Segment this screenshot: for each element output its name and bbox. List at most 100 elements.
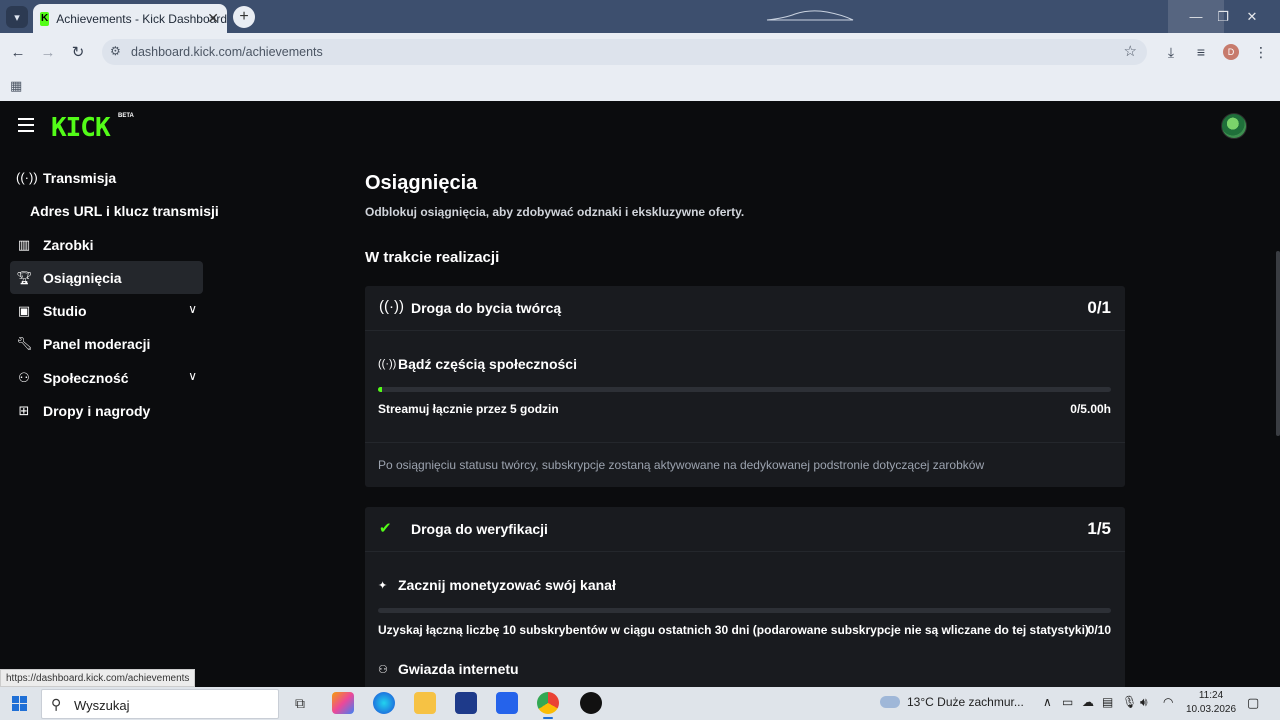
sidebar-item-osiagniecia[interactable]: 🏆︎ Osiągnięcia — [10, 261, 203, 294]
broadcast-icon: ((·)) — [379, 298, 404, 315]
task-requirement: Streamuj łącznie przez 5 godzin — [378, 402, 559, 416]
new-tab-button[interactable]: + — [233, 6, 255, 28]
browser-toolbar: ← → ↻ ⚙ dashboard.kick.com/achievements … — [0, 33, 1280, 71]
beta-badge: BETA — [118, 113, 134, 119]
profile-avatar[interactable]: D — [1223, 44, 1239, 60]
sidebar-item-label: Dropy i nagrody — [43, 402, 151, 419]
reload-icon[interactable]: ↻ — [68, 42, 88, 62]
card-header[interactable]: ✔ Droga do weryfikacji 1/5 — [365, 507, 1125, 552]
chevron-up-icon[interactable]: ∧ — [1043, 695, 1052, 709]
search-placeholder: Wyszukaj — [74, 698, 130, 713]
achievement-card-verification: ✔ Droga do weryfikacji 1/5 ✦ Zacznij mon… — [365, 507, 1125, 687]
site-info-icon[interactable]: ⚙ — [110, 44, 121, 58]
browser-menu-icon[interactable]: ⋮ — [1251, 42, 1271, 62]
chevron-down-icon[interactable]: ∨ — [188, 369, 197, 383]
device-icon[interactable]: ▤ — [1102, 695, 1113, 709]
sidebar-item-panel-moderacji[interactable]: 🔧︎ Panel moderacji — [10, 327, 203, 360]
forward-icon[interactable]: → — [38, 42, 58, 62]
verified-badge-icon: ✔ — [379, 520, 392, 537]
page-subtitle: Odblokuj osiągnięcia, aby zdobywać odzna… — [365, 205, 745, 219]
weather-widget[interactable]: 13°C Duże zachmur... — [880, 695, 1024, 709]
task-title-row: ✦ Zacznij monetyzować swój kanał — [378, 577, 616, 593]
chrome-icon[interactable] — [537, 692, 559, 719]
card-note: Po osiągnięciu statusu twórcy, subskrypc… — [378, 458, 985, 472]
microphone-icon[interactable]: 🎙︎ — [1122, 695, 1137, 709]
outlook-icon[interactable] — [496, 692, 518, 714]
wifi-icon[interactable]: ◠ — [1163, 695, 1173, 709]
task-view-icon[interactable]: ⧉ — [289, 692, 311, 714]
clock-time: 11:24 — [1198, 690, 1224, 701]
task-title: Bądź częścią społeczności — [398, 356, 577, 372]
kick-favicon-icon: K — [40, 11, 50, 26]
taskbar-search[interactable]: ⚲ Wyszukaj — [41, 689, 279, 719]
sidebar-item-spolecznosc[interactable]: ⚇ Społeczność ∨ — [10, 361, 203, 394]
copilot-icon[interactable] — [332, 692, 354, 714]
sidebar-item-label: Adres URL i klucz transmisji — [30, 202, 219, 219]
edge-icon[interactable] — [373, 692, 395, 714]
status-bar-url: https://dashboard.kick.com/achievements — [0, 669, 196, 687]
windows-taskbar: ⚲ Wyszukaj ⧉ 13°C Duże zachmur... ∧ ▭ ☁ … — [0, 687, 1280, 720]
card-count: 1/5 — [1087, 519, 1111, 538]
task-progress-value: 0/5.00h — [1070, 402, 1111, 416]
media-control-icon[interactable]: ≡ — [1191, 42, 1211, 62]
close-window-button[interactable]: ✕ — [1224, 0, 1280, 33]
volume-icon[interactable]: 🔊︎ — [1140, 695, 1148, 710]
bookmark-star-icon[interactable]: ☆ — [1124, 42, 1137, 60]
broadcast-icon: ((·)) — [16, 170, 38, 185]
card-header[interactable]: ((·)) Droga do bycia twórcą 0/1 — [365, 286, 1125, 331]
chevron-down-icon[interactable]: ∨ — [188, 302, 197, 316]
car-decoration-icon — [766, 10, 854, 21]
sidebar-item-label: Społeczność — [43, 369, 129, 386]
store-icon[interactable] — [455, 692, 477, 714]
kick-logo[interactable]: KICK — [51, 113, 111, 143]
notification-icon[interactable]: ▢ — [1247, 695, 1259, 711]
apps-grid-icon[interactable]: ▦ — [10, 78, 22, 94]
tab-close-icon[interactable]: ✕ — [207, 10, 219, 27]
progress-fill — [378, 387, 382, 392]
browser-tab-bar: ▾ K Achievements - Kick Dashboard ✕ + — … — [0, 0, 1280, 33]
sidebar-item-label: Panel moderacji — [43, 335, 151, 352]
back-icon[interactable]: ← — [8, 42, 28, 62]
section-title: W trakcie realizacji — [365, 249, 500, 266]
search-icon: ⚲ — [51, 696, 62, 712]
sidebar-item-label: Studio — [43, 302, 87, 319]
menu-icon[interactable] — [18, 118, 34, 132]
chart-icon: ▥ — [17, 236, 31, 252]
clock-date: 10.03.2026 — [1186, 704, 1237, 715]
task-progress-value: 0/10 — [1087, 623, 1111, 637]
trophy-icon: 🏆︎ — [16, 269, 33, 285]
taskbar-clock[interactable]: 11:24 10.03.2026 — [1186, 689, 1236, 717]
obs-icon[interactable] — [580, 692, 602, 714]
task-title: Zacznij monetyzować swój kanał — [398, 577, 616, 593]
tab-search-button[interactable]: ▾ — [6, 6, 28, 28]
user-avatar[interactable] — [1221, 113, 1247, 139]
cloud-sync-icon[interactable]: ☁ — [1082, 695, 1094, 709]
sidebar-item-studio[interactable]: ▣ Studio ∨ — [10, 294, 203, 327]
address-bar[interactable]: ⚙ dashboard.kick.com/achievements ☆ — [102, 39, 1147, 65]
browser-tab[interactable]: K Achievements - Kick Dashboard ✕ — [33, 4, 227, 33]
sidebar-item-label: Osiągnięcia — [43, 269, 122, 286]
sidebar-item-label: Zarobki — [43, 236, 94, 253]
windows-start-icon[interactable] — [12, 696, 27, 711]
card-divider — [365, 442, 1125, 443]
card-count: 0/1 — [1087, 298, 1111, 317]
card-title: Droga do weryfikacji — [411, 521, 548, 537]
bookmarks-bar: ▦ — [0, 71, 1280, 101]
page-title: Osiągnięcia — [365, 172, 478, 194]
task-title: Gwiazda internetu — [398, 661, 519, 677]
studio-icon: ▣ — [17, 302, 31, 318]
sidebar-item-zarobki[interactable]: ▥ Zarobki — [10, 228, 203, 261]
sidebar-item-label: Transmisja — [43, 169, 117, 186]
task-title-row: ⚇ Gwiazda internetu — [378, 661, 519, 677]
gift-icon: ⊞ — [18, 402, 30, 418]
download-icon[interactable]: ⤓ — [1161, 42, 1181, 62]
sidebar-item-dropy[interactable]: ⊞ Dropy i nagrody — [10, 394, 203, 427]
sidebar-item-stream-key[interactable]: Adres URL i klucz transmisji — [10, 194, 219, 227]
page-scrollbar[interactable] — [1276, 251, 1280, 436]
card-title: Droga do bycia twórcą — [411, 300, 562, 316]
battery-icon[interactable]: ▭ — [1062, 695, 1073, 709]
sidebar-item-transmisja[interactable]: ((·)) Transmisja — [10, 161, 203, 194]
file-explorer-icon[interactable] — [414, 692, 436, 714]
url-text[interactable]: dashboard.kick.com/achievements — [131, 45, 323, 59]
tab-title: Achievements - Kick Dashboard — [56, 11, 227, 26]
